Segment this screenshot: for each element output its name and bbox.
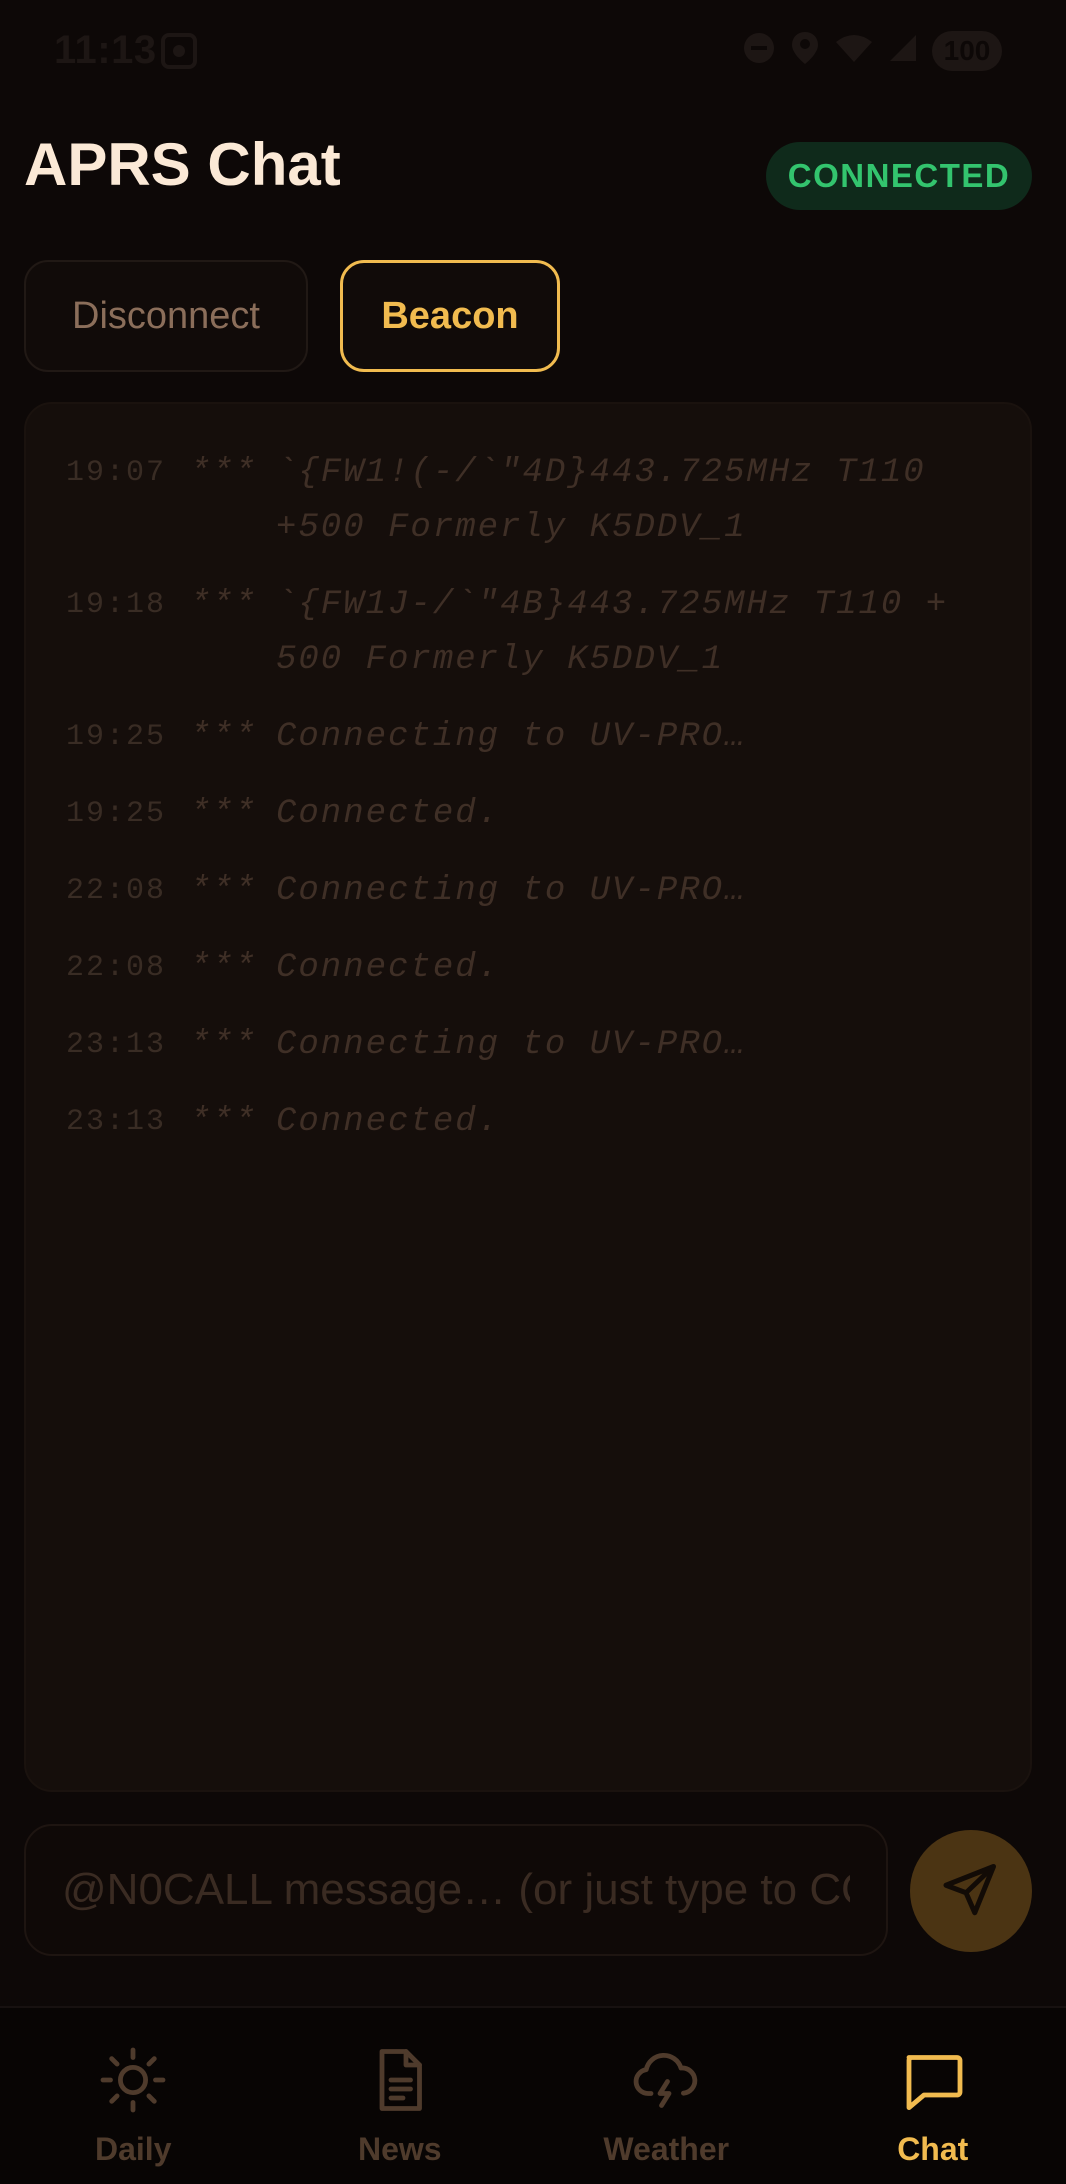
- log-time: 23:13: [66, 1028, 167, 1062]
- page-title: APRS Chat: [24, 131, 341, 198]
- disconnect-button[interactable]: Disconnect: [24, 260, 308, 372]
- header: APRS Chat CONNECTED: [0, 104, 1066, 234]
- log-entry: 22:08 *** Connected.: [66, 941, 1030, 996]
- log-prefix: ***: [190, 872, 258, 910]
- log-entry: 19:07 *** `{FW1!(-/`"4D}443.725MHz T110 …: [66, 446, 1030, 556]
- log-prefix: ***: [190, 1026, 258, 1064]
- log-prefix: ***: [190, 718, 258, 756]
- log-text: Connecting to UV-PRO…: [276, 872, 747, 910]
- log-prefix: ***: [190, 795, 258, 833]
- log-time: 19:18: [66, 588, 167, 622]
- dnd-icon: [742, 31, 776, 70]
- log-prefix: ***: [190, 1103, 258, 1141]
- bottom-nav: Daily News Weather Chat: [0, 2006, 1066, 2184]
- status-icons: 100: [742, 30, 1002, 71]
- log-text: `{FW1J-/`"4B}443.725MHz T110 +500 Former…: [276, 586, 949, 679]
- document-icon: [364, 2044, 436, 2121]
- send-icon: [941, 1859, 1001, 1924]
- sun-icon: [97, 2044, 169, 2121]
- signal-icon: [888, 33, 918, 68]
- connection-status-badge: CONNECTED: [766, 142, 1032, 210]
- log-prefix: ***: [190, 586, 258, 624]
- log-entry: 19:25 *** Connecting to UV-PRO…: [66, 710, 1030, 765]
- log-entry: 23:13 *** Connected.: [66, 1095, 1030, 1150]
- nav-item-daily[interactable]: Daily: [0, 2008, 267, 2184]
- log-text: Connected.: [276, 1103, 501, 1141]
- composer: [24, 1824, 1032, 1958]
- nav-label: Weather: [603, 2131, 730, 2167]
- log-text: Connected.: [276, 949, 501, 987]
- log-time: 19:07: [66, 456, 167, 490]
- log-text: `{FW1!(-/`"4D}443.725MHz T110 +500 Forme…: [276, 454, 926, 547]
- log-time: 22:08: [66, 951, 167, 985]
- log-time: 22:08: [66, 874, 167, 908]
- message-input[interactable]: [24, 1824, 888, 1956]
- log-time: 19:25: [66, 797, 167, 831]
- send-button[interactable]: [910, 1830, 1032, 1952]
- location-icon: [790, 30, 820, 71]
- nav-label: Daily: [95, 2131, 172, 2167]
- log-time: 19:25: [66, 720, 167, 754]
- nav-label: Chat: [897, 2131, 969, 2167]
- chat-bubble-icon: [897, 2044, 969, 2121]
- action-bar: Disconnect Beacon: [24, 260, 560, 372]
- storm-cloud-icon: [630, 2044, 702, 2121]
- message-log[interactable]: 19:07 *** `{FW1!(-/`"4D}443.725MHz T110 …: [24, 402, 1032, 1792]
- nav-label: News: [357, 2131, 442, 2167]
- status-time: 11:13: [54, 28, 157, 72]
- log-time: 23:13: [66, 1105, 167, 1139]
- log-text: Connecting to UV-PRO…: [276, 1026, 747, 1064]
- log-entry: 19:25 *** Connected.: [66, 787, 1030, 842]
- log-prefix: ***: [190, 454, 258, 492]
- battery-indicator: 100: [932, 30, 1002, 71]
- log-prefix: ***: [190, 949, 258, 987]
- log-entry: 19:18 *** `{FW1J-/`"4B}443.725MHz T110 +…: [66, 578, 1030, 688]
- nav-item-chat[interactable]: Chat: [800, 2008, 1066, 2184]
- log-entry: 22:08 *** Connecting to UV-PRO…: [66, 864, 1030, 919]
- status-bar: 11:13 100: [0, 0, 1066, 104]
- beacon-button[interactable]: Beacon: [340, 260, 560, 372]
- wifi-icon: [834, 32, 874, 69]
- nav-item-news[interactable]: News: [267, 2008, 534, 2184]
- nav-item-weather[interactable]: Weather: [533, 2008, 800, 2184]
- log-text: Connecting to UV-PRO…: [276, 718, 747, 756]
- log-entry: 23:13 *** Connecting to UV-PRO…: [66, 1018, 1030, 1073]
- log-text: Connected.: [276, 795, 501, 833]
- camera-capture-icon: [160, 32, 198, 75]
